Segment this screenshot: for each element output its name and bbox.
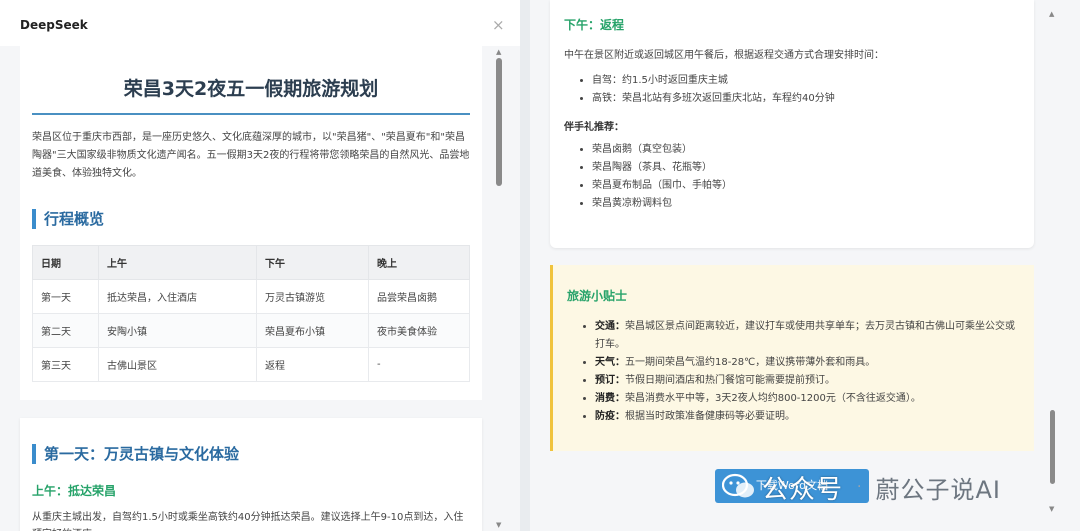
morning-subtitle: 上午：抵达荣昌 <box>32 484 117 498</box>
overview-card: 荣昌3天2夜五一假期旅游规划 荣昌区位于重庆市西部，是一座历史悠久、文化底蕴深厚… <box>20 46 482 400</box>
morning-paragraph: 从重庆主城出发，自驾约1.5小时或乘坐高铁约40分钟抵达荣昌。建议选择上午9-1… <box>32 512 464 531</box>
close-icon[interactable]: × <box>492 16 505 34</box>
left-scrollbar[interactable]: ▲ ▼ <box>494 46 504 531</box>
tip-text: 荣昌消费水平中等，3天2夜人均约800-1200元（不含往返交通）。 <box>625 393 921 404</box>
intro-paragraph: 荣昌区位于重庆市西部，是一座历史悠久、文化底蕴深厚的城市，以"荣昌猪"、"荣昌夏… <box>32 132 470 179</box>
left-panel: DeepSeek × 荣昌3天2夜五一假期旅游规划 荣昌区位于重庆市西部，是一座… <box>0 0 520 531</box>
scroll-down-icon[interactable]: ▼ <box>1049 505 1054 513</box>
table-cell: 夜市美食体验 <box>368 313 470 348</box>
tip-text: 荣昌城区景点间距离较近，建议打车或使用共享单车；去万灵古镇和古佛山可乘坐公交或打… <box>595 321 1015 350</box>
table-cell: 万灵古镇游览 <box>256 279 369 314</box>
table-cell: 第三天 <box>32 347 99 382</box>
day1-title-wrap: 第一天：万灵古镇与文化体验 <box>32 418 470 464</box>
panel-header: DeepSeek × <box>0 0 520 46</box>
table-cell: 第二天 <box>32 313 99 348</box>
table-cell: 返程 <box>256 347 369 382</box>
tip-label: 消费： <box>595 393 625 404</box>
table-header-row: 日期 上午 下午 晚上 <box>32 245 470 280</box>
list-item: 消费：荣昌消费水平中等，3天2夜人均约800-1200元（不含往返交通）。 <box>595 390 1020 408</box>
tip-text: 根据当时政策准备健康码等必要证明。 <box>625 411 795 422</box>
list-item: 天气：五一期间荣昌气温约18-28℃，建议携带薄外套和雨具。 <box>595 354 1020 372</box>
table-cell: 抵达荣昌，入住酒店 <box>98 279 257 314</box>
pane-divider <box>520 0 530 531</box>
scrollbar-thumb[interactable] <box>496 58 502 186</box>
itinerary-table: 日期 上午 下午 晚上 第一天 抵达荣昌，入住酒店 万灵古镇游览 品尝荣昌卤鹅 … <box>32 245 470 382</box>
list-item: 交通：荣昌城区景点间距离较近，建议打车或使用共享单车；去万灵古镇和古佛山可乘坐公… <box>595 318 1020 354</box>
list-item: 自驾：约1.5小时返回重庆主城 <box>592 72 1020 90</box>
list-item: 防疫：根据当时政策准备健康码等必要证明。 <box>595 408 1020 426</box>
list-item: 荣昌陶器（茶具、花瓶等） <box>592 159 1020 177</box>
watermark-text: 公众号 <box>762 474 844 505</box>
right-panel[interactable]: 下午：返程 中午在景区附近或返回城区用午餐后，根据返程交通方式合理安排时间： 自… <box>530 0 1080 531</box>
watermark: 公众号 · 蔚公子说AI <box>721 466 1001 508</box>
column-header: 上午 <box>98 245 257 280</box>
scroll-up-icon[interactable]: ▲ <box>1049 10 1054 18</box>
scroll-up-icon[interactable]: ▲ <box>496 48 501 56</box>
document-viewport[interactable]: 荣昌3天2夜五一假期旅游规划 荣昌区位于重庆市西部，是一座历史悠久、文化底蕴深厚… <box>0 46 520 531</box>
tip-label: 交通： <box>595 321 625 332</box>
table-cell: 安陶小镇 <box>98 313 257 348</box>
table-cell: 第一天 <box>32 279 99 314</box>
column-header: 下午 <box>256 245 369 280</box>
column-header: 晚上 <box>368 245 470 280</box>
column-header: 日期 <box>32 245 99 280</box>
afternoon-paragraph: 中午在景区附近或返回城区用午餐后，根据返程交通方式合理安排时间： <box>564 50 884 61</box>
tip-label: 预订： <box>595 375 625 386</box>
table-cell: 品尝荣昌卤鹅 <box>368 279 470 314</box>
transport-list: 自驾：约1.5小时返回重庆主城 高铁：荣昌北站有多班次返回重庆北站，车程约40分… <box>564 72 1020 108</box>
table-cell: 荣昌夏布小镇 <box>256 313 369 348</box>
tips-box: 旅游小贴士 交通：荣昌城区景点间距离较近，建议打车或使用共享单车；去万灵古镇和古… <box>550 265 1034 451</box>
screenshot-root: DeepSeek × 荣昌3天2夜五一假期旅游规划 荣昌区位于重庆市西部，是一座… <box>0 0 1080 531</box>
tip-label: 防疫： <box>595 411 625 422</box>
tips-list: 交通：荣昌城区景点间距离较近，建议打车或使用共享单车；去万灵古镇和古佛山可乘坐公… <box>567 318 1020 426</box>
tip-text: 五一期间荣昌气温约18-28℃，建议携带薄外套和雨具。 <box>625 357 876 368</box>
table-cell: 古佛山景区 <box>98 347 257 382</box>
table-row: 第二天 安陶小镇 荣昌夏布小镇 夜市美食体验 <box>32 313 470 348</box>
day1-card: 第一天：万灵古镇与文化体验 上午：抵达荣昌 从重庆主城出发，自驾约1.5小时或乘… <box>20 418 482 531</box>
section-title-day1: 第一天：万灵古镇与文化体验 <box>32 444 470 464</box>
afternoon-subtitle: 下午：返程 <box>564 18 625 32</box>
wechat-icon <box>721 473 756 501</box>
watermark-author: 蔚公子说AI <box>875 475 1001 504</box>
table-cell: - <box>368 347 470 382</box>
list-item: 预订：节假日期间酒店和热门餐馆可能需要提前预订。 <box>595 372 1020 390</box>
document: 荣昌3天2夜五一假期旅游规划 荣昌区位于重庆市西部，是一座历史悠久、文化底蕴深厚… <box>20 46 482 531</box>
page-title: 荣昌3天2夜五一假期旅游规划 <box>32 46 470 115</box>
list-item: 荣昌黄凉粉调料包 <box>592 195 1020 213</box>
tips-title: 旅游小贴士 <box>567 289 628 303</box>
souvenir-list: 荣昌卤鹅（真空包装） 荣昌陶器（茶具、花瓶等） 荣昌夏布制品（围巾、手帕等） 荣… <box>564 141 1020 213</box>
scroll-down-icon[interactable]: ▼ <box>496 521 501 529</box>
tip-label: 天气： <box>595 357 625 368</box>
list-item: 荣昌夏布制品（围巾、手帕等） <box>592 177 1020 195</box>
table-row: 第三天 古佛山景区 返程 - <box>32 347 470 382</box>
scrollbar-thumb[interactable] <box>1050 410 1055 484</box>
souvenir-heading: 伴手礼推荐： <box>564 122 624 133</box>
section-title-overview: 行程概览 <box>32 209 470 229</box>
tip-text: 节假日期间酒店和热门餐馆可能需要提前预订。 <box>625 375 835 386</box>
app-title: DeepSeek <box>20 18 88 32</box>
right-scrollbar[interactable]: ▲ ▼ <box>1046 0 1058 531</box>
table-row: 第一天 抵达荣昌，入住酒店 万灵古镇游览 品尝荣昌卤鹅 <box>32 279 470 314</box>
day3-afternoon-card: 下午：返程 中午在景区附近或返回城区用午餐后，根据返程交通方式合理安排时间： 自… <box>550 0 1034 248</box>
list-item: 荣昌卤鹅（真空包装） <box>592 141 1020 159</box>
list-item: 高铁：荣昌北站有多班次返回重庆北站，车程约40分钟 <box>592 90 1020 108</box>
watermark-dot: · <box>857 479 862 495</box>
